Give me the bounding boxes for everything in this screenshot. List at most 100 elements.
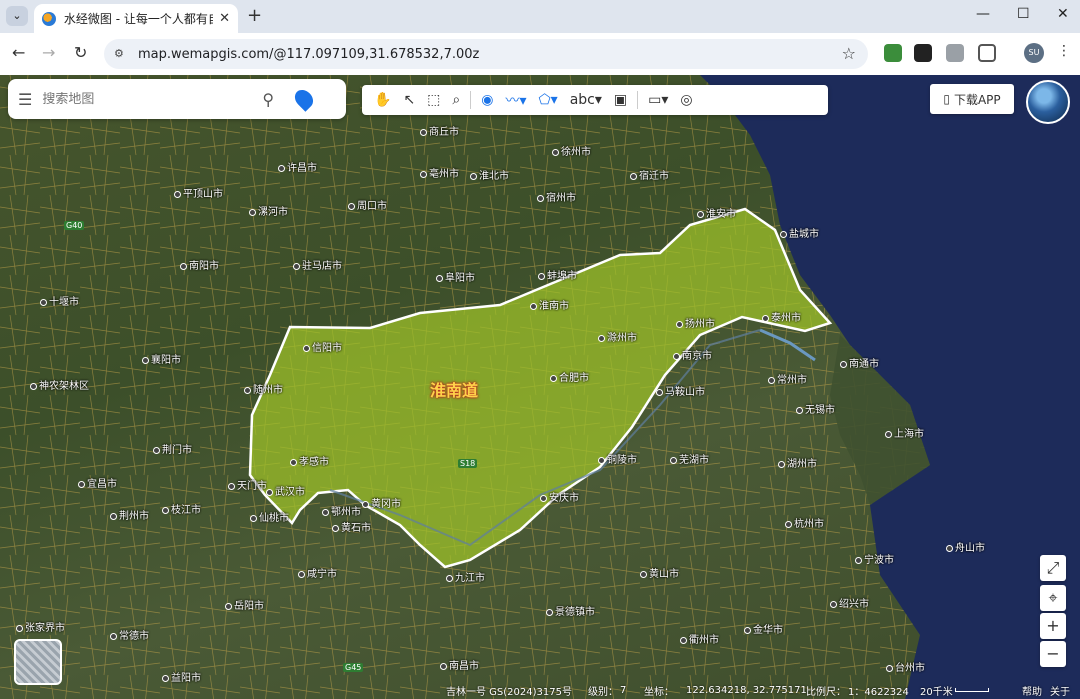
city-label[interactable]: 黄石市 [332, 519, 371, 534]
city-label[interactable]: 许昌市 [278, 159, 317, 174]
city-label[interactable]: 岳阳市 [225, 597, 264, 612]
help-link[interactable]: 帮助 [1022, 683, 1042, 698]
city-label[interactable]: 张家界市 [16, 619, 65, 634]
city-label[interactable]: 马鞍山市 [656, 383, 705, 398]
search-input[interactable] [42, 91, 253, 107]
city-label[interactable]: 漯河市 [249, 203, 288, 218]
city-label[interactable]: 扬州市 [676, 315, 715, 330]
city-label[interactable]: 泰州市 [762, 309, 801, 324]
city-label[interactable]: 黄山市 [640, 565, 679, 580]
search-box[interactable]: ☰ ⚲ [8, 79, 346, 119]
city-label[interactable]: 蚌埠市 [538, 267, 577, 282]
text-label-icon[interactable]: abc▾ [570, 92, 602, 108]
city-label[interactable]: 荆门市 [153, 441, 192, 456]
city-label[interactable]: 襄阳市 [142, 351, 181, 366]
city-label[interactable]: 南京市 [673, 347, 712, 362]
city-label[interactable]: 荆州市 [110, 507, 149, 522]
city-label[interactable]: 阜阳市 [436, 269, 475, 284]
city-label[interactable]: 宿州市 [537, 189, 576, 204]
minimize-icon[interactable]: — [976, 6, 990, 22]
pan-hand-icon[interactable]: ✋ [374, 92, 391, 108]
city-label[interactable]: 枝江市 [162, 501, 201, 516]
map-canvas[interactable]: 淮南道 商丘市 徐州市 许昌市 亳州市 淮北市 宿迁市 宿州市 平顶山市 周口市 漯河市 淮安市 盐城… [0, 75, 1080, 699]
city-label[interactable]: 神农架林区 [30, 377, 89, 392]
city-label[interactable]: 台州市 [886, 659, 925, 674]
camera-icon[interactable] [946, 44, 964, 62]
browser-tab[interactable]: 水经微图 - 让每一个人都有自己 ✕ [34, 4, 238, 33]
menu-icon[interactable]: ☰ [18, 90, 32, 109]
zoom-in-button[interactable]: + [1040, 613, 1066, 639]
city-label[interactable]: 随州市 [244, 381, 283, 396]
city-label[interactable]: 湖州市 [778, 455, 817, 470]
select-pointer-icon[interactable]: ↖ [403, 92, 415, 108]
globe-view-icon[interactable] [1026, 80, 1070, 124]
city-label[interactable]: 衢州市 [680, 631, 719, 646]
globe-tool-icon[interactable]: ◎ [680, 92, 692, 108]
city-label[interactable]: 金华市 [744, 621, 783, 636]
download-app-button[interactable]: ▯ 下载APP [930, 84, 1014, 114]
city-label[interactable]: 无锡市 [796, 401, 835, 416]
city-label[interactable]: 孝感市 [290, 453, 329, 468]
fullscreen-icon[interactable]: ⤢ [1040, 555, 1066, 581]
site-info-icon[interactable]: ⚙ [114, 46, 130, 62]
forward-icon[interactable]: → [42, 43, 55, 62]
city-label[interactable]: 绍兴市 [830, 595, 869, 610]
city-label[interactable]: 驻马店市 [293, 257, 342, 272]
city-label[interactable]: 淮安市 [697, 205, 736, 220]
city-label[interactable]: 商丘市 [420, 123, 459, 138]
zoom-select-icon[interactable]: ⌕ [452, 92, 460, 108]
city-label[interactable]: 周口市 [348, 197, 387, 212]
reload-icon[interactable]: ↻ [74, 43, 87, 62]
city-label[interactable]: 宿迁市 [630, 167, 669, 182]
extension-icon[interactable] [914, 44, 932, 62]
polygon-icon[interactable]: ⬠▾ [539, 92, 558, 108]
extensions-puzzle-icon[interactable] [978, 44, 996, 62]
box-select-icon[interactable]: ⬚ [427, 92, 440, 108]
tab-list-chevron-icon[interactable]: ⌄ [6, 6, 28, 26]
image-icon[interactable]: ▣ [614, 92, 627, 108]
city-label[interactable]: 仙桃市 [250, 509, 289, 524]
city-label[interactable]: 铜陵市 [598, 451, 637, 466]
basemap-switcher[interactable] [14, 639, 62, 685]
back-icon[interactable]: ← [12, 43, 25, 62]
locate-me-icon[interactable]: ⌖ [1040, 585, 1066, 611]
browser-menu-icon[interactable]: ⋮ [1057, 43, 1071, 59]
city-label[interactable]: 十堰市 [40, 293, 79, 308]
city-label[interactable]: 鄂州市 [322, 503, 361, 518]
city-label[interactable]: 南昌市 [440, 657, 479, 672]
url-text[interactable]: map.wemapgis.com/@117.097109,31.678532,7… [138, 47, 479, 62]
address-bar[interactable]: ⚙ map.wemapgis.com/@117.097109,31.678532… [104, 39, 868, 69]
city-label[interactable]: 黄冈市 [362, 495, 401, 510]
search-icon[interactable]: ⚲ [262, 90, 274, 109]
city-label[interactable]: 杭州市 [785, 515, 824, 530]
city-label[interactable]: 景德镇市 [546, 603, 595, 618]
extension-map-icon[interactable] [884, 44, 902, 62]
city-label[interactable]: 天门市 [228, 477, 267, 492]
city-label[interactable]: 信阳市 [303, 339, 342, 354]
marker-icon[interactable]: ◉ [481, 92, 493, 108]
tab-close-icon[interactable]: ✕ [219, 11, 230, 26]
measure-ruler-icon[interactable]: ▭▾ [648, 92, 668, 108]
polyline-icon[interactable]: 〰▾ [505, 90, 526, 110]
maximize-icon[interactable]: ☐ [1017, 6, 1030, 22]
city-label[interactable]: 安庆市 [540, 489, 579, 504]
city-label[interactable]: 南阳市 [180, 257, 219, 272]
profile-avatar[interactable]: SU [1024, 43, 1044, 63]
location-pin-icon[interactable] [291, 86, 317, 112]
city-label[interactable]: 滁州市 [598, 329, 637, 344]
city-label[interactable]: 舟山市 [946, 539, 985, 554]
city-label[interactable]: 平顶山市 [174, 185, 223, 200]
bookmark-star-icon[interactable]: ☆ [842, 44, 856, 63]
city-label[interactable]: 常德市 [110, 627, 149, 642]
city-label[interactable]: 芜湖市 [670, 451, 709, 466]
city-label[interactable]: 亳州市 [420, 165, 459, 180]
city-label[interactable]: 武汉市 [266, 483, 305, 498]
city-label[interactable]: 淮北市 [470, 167, 509, 182]
city-label[interactable]: 合肥市 [550, 369, 589, 384]
city-label[interactable]: 盐城市 [780, 225, 819, 240]
close-window-icon[interactable]: ✕ [1057, 6, 1069, 22]
zoom-out-button[interactable]: − [1040, 641, 1066, 667]
about-link[interactable]: 关于 [1050, 683, 1070, 698]
city-label[interactable]: 南通市 [840, 355, 879, 370]
city-label[interactable]: 徐州市 [552, 143, 591, 158]
